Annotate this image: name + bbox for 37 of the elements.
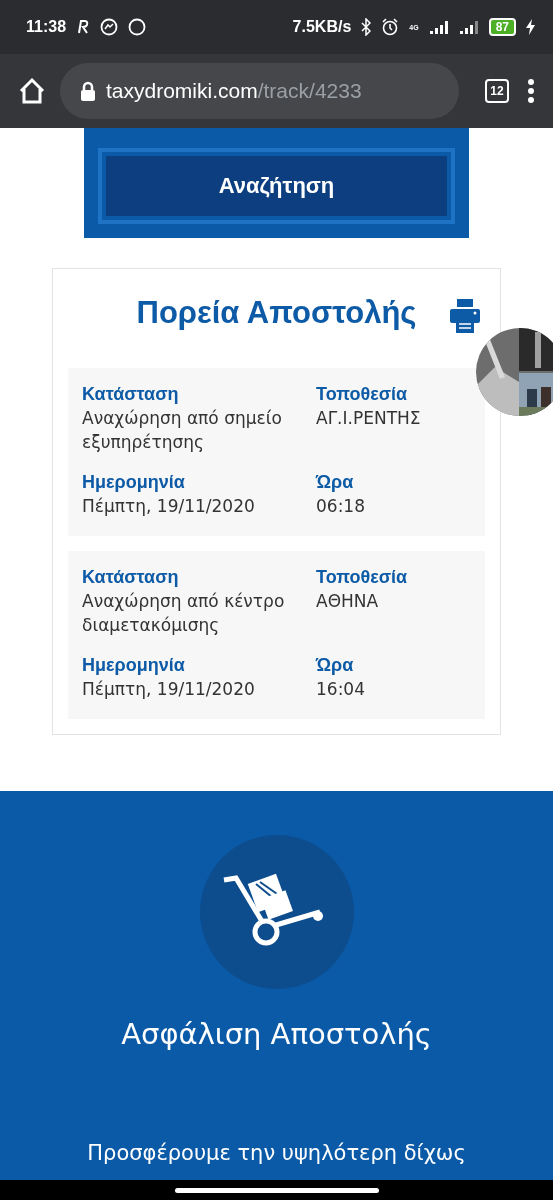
printer-icon[interactable]: [450, 299, 480, 333]
lock-icon: [80, 81, 96, 101]
search-button[interactable]: Αναζήτηση: [106, 156, 447, 216]
chat-bubble-icon: [100, 18, 119, 36]
clock: 11:38: [26, 18, 67, 36]
network-speed: 7.5KB/s: [292, 18, 352, 36]
location-label: Τοποθεσία: [316, 566, 409, 589]
time-value: 06:18: [316, 495, 366, 518]
address-bar[interactable]: taxydromiki.com/track/4233: [60, 63, 459, 119]
time-value: 16:04: [316, 678, 366, 701]
signal-icon: [428, 20, 449, 34]
time-label: Ώρα: [316, 654, 355, 677]
status-value: Αναχώρηση από κέντρο διαμετακόμισης: [82, 590, 286, 637]
status-value: Αναχώρηση από σημείο εξυπηρέτησης: [82, 407, 283, 454]
status-label: Κατάσταση: [82, 566, 180, 589]
status-label: Κατάσταση: [82, 383, 180, 406]
url-text: taxydromiki.com/track/4233: [106, 79, 362, 103]
insurance-text: Προσφέρουμε την υψηλότερη δίχως: [87, 1141, 466, 1165]
location-label: Τοποθεσία: [316, 383, 409, 406]
circle-icon: [128, 18, 147, 36]
location-value: ΑΘΗΝΑ: [316, 590, 380, 613]
signal-icon: [458, 20, 479, 34]
charging-icon: [526, 19, 535, 35]
alarm-icon: [381, 18, 400, 36]
date-value: Πέμπτη, 19/11/2020: [82, 495, 256, 518]
date-value: Πέμπτη, 19/11/2020: [82, 678, 256, 701]
date-label: Ημερομηνία: [82, 471, 186, 494]
tracking-title: Πορεία Αποστολής: [136, 295, 417, 331]
battery-level: 87: [488, 18, 516, 36]
bluetooth-icon: [361, 18, 372, 36]
date-label: Ημερομηνία: [82, 654, 186, 677]
insurance-title: Ασφάλιση Αποστολής: [121, 1017, 432, 1051]
location-value: ΑΓ.Ι.ΡΕΝΤΗΣ: [316, 407, 422, 430]
r-icon: [76, 19, 91, 35]
home-icon[interactable]: [18, 77, 46, 105]
tab-count[interactable]: 12: [485, 79, 509, 103]
time-label: Ώρα: [316, 471, 355, 494]
